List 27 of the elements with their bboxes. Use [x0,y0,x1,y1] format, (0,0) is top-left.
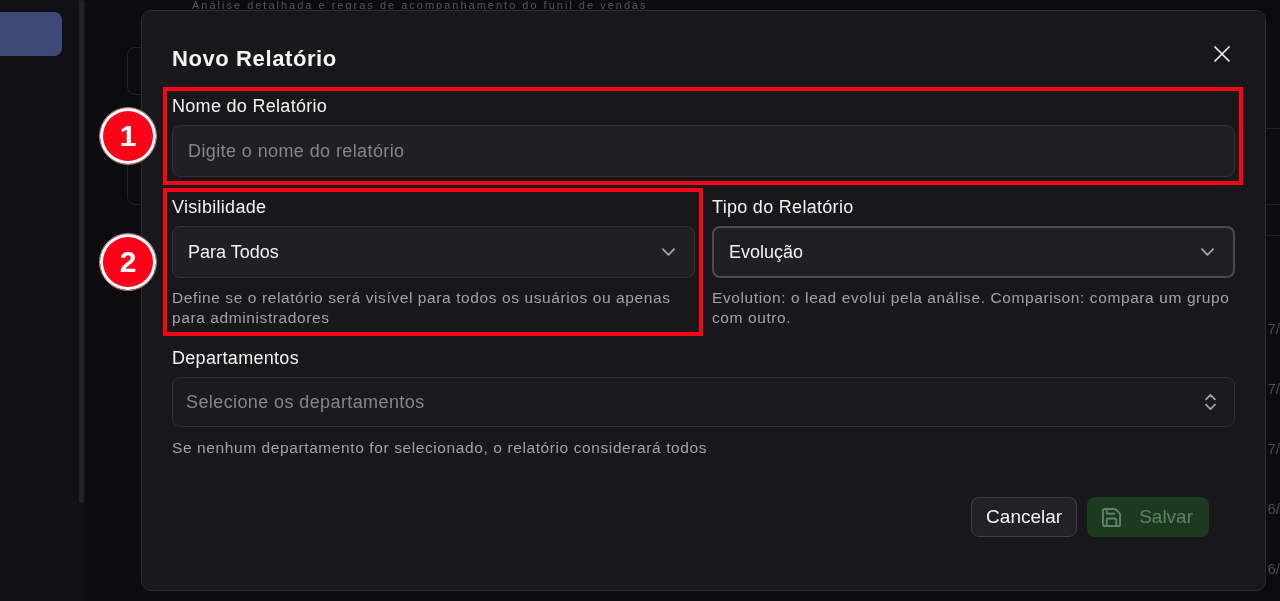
sidebar-item[interactable] [0,12,62,56]
table-cell-text: 7/ [1267,438,1280,459]
multiselect-dropdown[interactable]: Selecione os departamentos [172,377,1235,427]
field-label: Tipo do Relatório [712,196,854,219]
table-cell-text: 6/ [1267,498,1280,519]
page-subtitle: Análise detalhada e regras de acompanhamento do funil de vendas [191,0,648,10]
table-cell-text: 7/ [1267,318,1280,339]
field-label: Departamentos [172,347,299,370]
field-label: Visibilidade [172,196,267,219]
chevrons-up-down-icon [1205,394,1216,410]
close-button[interactable] [1214,46,1230,62]
annotation-number: 1 [99,106,157,165]
annotation-number: 2 [99,232,157,291]
field-hint: Evolution: o lead evolui pela análise. Comparison: compara um grupo com outro. [712,288,1231,328]
field-hint: Se nenhum departamento for selecionado, o relatório considerará todos [172,438,709,458]
table-cell-text: 6/ [1267,558,1280,579]
field-hint: Define se o relatório será visível para todos os usuários ou apenas para administradores [172,288,672,328]
dialog-title: Novo Relatório [172,45,337,73]
chevron-down-icon [1201,248,1214,256]
text-input[interactable]: Digite o nome do relatório [172,125,1235,177]
close-icon [1214,46,1230,62]
field-label: Nome do Relatório [172,95,328,118]
select-dropdown[interactable]: Evolução [712,226,1235,278]
cancel-button[interactable]: Cancelar [971,497,1078,537]
table-cell-text: 7/ [1267,378,1280,399]
chevron-down-icon [662,248,675,256]
select-dropdown[interactable]: Para Todos [172,226,695,278]
